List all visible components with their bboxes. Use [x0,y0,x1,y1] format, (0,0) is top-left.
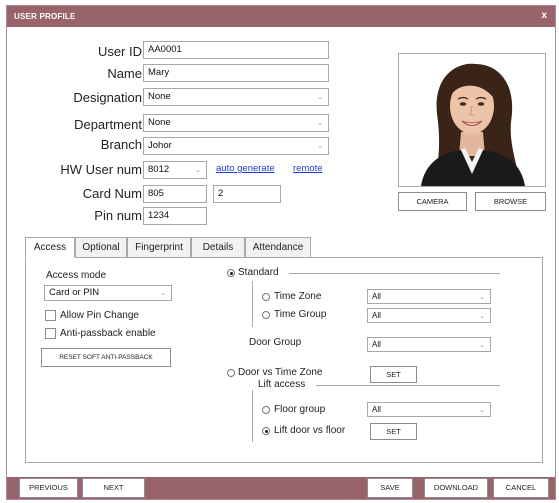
access-mode-select[interactable]: Card or PIN ⌄ [44,285,172,301]
pin-num-label: Pin num [94,208,142,223]
chevron-down-icon: ⌄ [479,342,485,349]
department-value: None [148,117,171,128]
floor-group-radio[interactable] [262,406,270,414]
floor-group-label: Floor group [274,404,326,415]
time-group-label: Time Group [274,309,327,320]
chevron-down-icon: ⌄ [479,407,485,414]
user-id-field[interactable]: AA0001 [143,41,329,59]
name-field[interactable]: Mary [143,64,329,82]
hw-user-num-value: 8012 [148,164,170,175]
department-select[interactable]: None ⌄ [143,114,329,132]
lift-access-label: Lift access [258,379,306,390]
floor-group-value: All [372,405,381,414]
next-button[interactable]: NEXT [82,478,145,498]
time-zone-label: Time Zone [274,291,322,302]
chevron-down-icon: ⌄ [317,120,323,127]
chevron-down-icon: ⌄ [317,94,323,101]
remote-link[interactable]: remote [293,163,323,174]
user-id-label: User ID [97,44,142,59]
door-vs-time-zone-set-button[interactable]: SET [370,366,417,383]
tab-details[interactable]: Details [191,237,245,258]
door-group-select[interactable]: All ⌄ [367,337,491,352]
door-vs-time-zone-label: Door vs Time Zone [238,367,323,378]
allow-pin-change-checkbox[interactable] [45,310,56,321]
auto-generate-link[interactable]: auto generate [216,163,275,174]
hw-user-num-select[interactable]: 8012 ⌄ [143,161,207,179]
door-group-value: All [372,340,381,349]
window-title: USER PROFILE [14,12,76,21]
chevron-down-icon: ⌄ [317,143,323,150]
chevron-down-icon: ⌄ [479,294,485,301]
time-zone-radio[interactable] [262,293,270,301]
lift-door-vs-floor-label: Lift door vs floor [274,425,346,436]
standard-radio[interactable] [227,269,235,277]
time-group-radio[interactable] [262,311,270,319]
save-button[interactable]: SAVE [367,478,413,498]
card-num-label: Card Num [82,186,142,201]
download-button[interactable]: DOWNLOAD [424,478,488,498]
standard-label: Standard [238,267,279,278]
time-zone-value: All [372,292,381,301]
time-group-select[interactable]: All ⌄ [367,308,491,323]
chevron-down-icon: ⌄ [160,290,166,297]
user-profile-window: USER PROFILE x User ID Name Designation … [6,5,556,500]
lift-door-vs-floor-set-button[interactable]: SET [370,423,417,440]
time-zone-select[interactable]: All ⌄ [367,289,491,304]
user-portrait-image [399,54,545,187]
previous-button[interactable]: PREVIOUS [19,478,78,498]
access-mode-value: Card or PIN [49,287,100,298]
card-num-field-2[interactable]: 2 [213,185,281,203]
standard-group-side [252,281,253,327]
designation-select[interactable]: None ⌄ [143,88,329,106]
name-label: Name [107,66,142,81]
pin-num-field[interactable]: 1234 [143,207,207,225]
access-mode-label: Access mode [46,270,107,281]
reset-soft-anti-passback-button[interactable]: RESET SOFT ANTI-PASSBACK [41,348,171,367]
browse-button[interactable]: BROWSE [475,192,546,211]
lift-door-vs-floor-radio[interactable] [262,427,270,435]
branch-value: Johor [148,140,172,151]
department-label: Department [74,117,142,132]
title-bar: USER PROFILE x [7,6,555,27]
user-photo [398,53,546,187]
floor-group-select[interactable]: All ⌄ [367,402,491,417]
anti-passback-checkbox[interactable] [45,328,56,339]
tab-fingerprint[interactable]: Fingerprint [127,237,191,258]
chevron-down-icon: ⌄ [479,313,485,320]
tab-access[interactable]: Access [25,237,75,258]
tab-optional[interactable]: Optional [75,237,127,258]
camera-button[interactable]: CAMERA [398,192,467,211]
branch-select[interactable]: Johor ⌄ [143,137,329,155]
allow-pin-change-label: Allow Pin Change [60,310,139,321]
standard-group-border [289,273,500,274]
branch-label: Branch [100,137,142,152]
cancel-button[interactable]: CANCEL [493,478,549,498]
close-button[interactable]: x [541,10,547,21]
door-group-label: Door Group [249,337,302,348]
time-group-value: All [372,311,381,320]
lift-access-group-border [316,385,500,386]
door-vs-time-zone-radio[interactable] [227,369,235,377]
card-num-field[interactable]: 805 [143,185,207,203]
tab-attendance[interactable]: Attendance [245,237,311,258]
chevron-down-icon: ⌄ [195,167,201,174]
lift-access-group-side [252,390,253,442]
hw-user-num-label: HW User num [60,162,142,177]
designation-value: None [148,91,171,102]
designation-label: Designation [73,90,142,105]
anti-passback-label: Anti-passback enable [60,328,156,339]
